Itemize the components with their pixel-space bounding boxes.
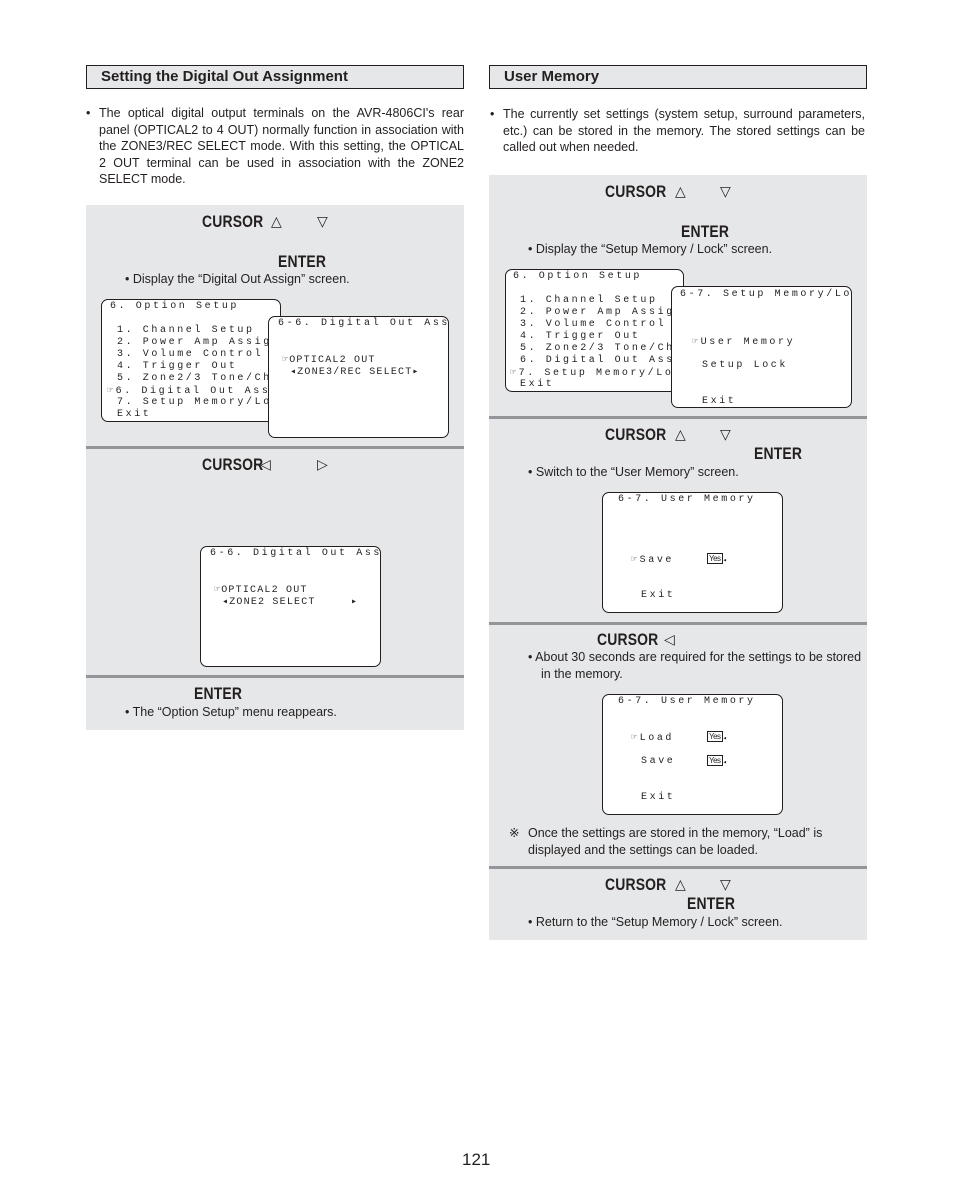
cursor-down-icon: ▽: [720, 183, 731, 199]
left-arrow-icon: ◂: [722, 735, 727, 743]
menu-item: 6. Digital Out Assign: [520, 355, 684, 366]
intro-paragraph-user-memory: • The currently set settings (system set…: [490, 106, 865, 156]
osd-value-line: ◂ZONE2 SELECT: [222, 597, 316, 608]
osd-item-setup-lock: Setup Lock: [702, 360, 789, 371]
intro-text: The optical digital output terminals on …: [99, 106, 464, 186]
menu-item: 4. Trigger Out: [117, 361, 238, 372]
menu-item: 2. Power Amp Assign: [117, 337, 281, 348]
menu-item: 1. Channel Setup: [117, 325, 255, 336]
cursor-down-icon: ▽: [720, 426, 731, 442]
osd-item-load: ☞Load: [631, 733, 675, 744]
menu-item-selected: ☞6. Digital Out Assign: [107, 386, 281, 397]
left-arrow-icon: ◂: [722, 557, 727, 565]
menu-item: 2. Power Amp Assign: [520, 307, 684, 318]
step-note: • Display the “Setup Memory / Lock” scre…: [528, 242, 773, 256]
osd-option-setup-menu: 6. Option Setup 1. Channel Setup 2. Powe…: [101, 299, 281, 422]
bullet: •: [86, 106, 91, 120]
osd-save-value: Yes ◂: [707, 755, 727, 768]
osd-digital-out-assign-zone2: 6-6. Digital Out Assign ☞OPTICAL2 OUT ◂Z…: [200, 546, 381, 667]
osd-user-memory-load: 6-7. User Memory ☞Load Yes ◂ Save Yes ◂ Ex…: [602, 694, 783, 815]
cursor-up-icon: △: [675, 426, 686, 442]
cursor-key-label: CURSOR: [597, 630, 659, 649]
menu-item: 3. Volume Control: [520, 319, 667, 330]
osd-title: 6-7. User Memory: [618, 494, 756, 505]
cursor-key-label: CURSOR: [202, 455, 264, 474]
bullet: •: [490, 107, 495, 121]
step-note: • The “Option Setup” menu reappears.: [125, 705, 337, 719]
section-title-user-memory: User Memory: [489, 65, 867, 89]
menu-item: 4. Trigger Out: [520, 331, 641, 342]
osd-option-line: ☞OPTICAL2 OUT: [214, 585, 308, 596]
cursor-up-icon: △: [675, 183, 686, 199]
page-number: 121: [462, 1150, 491, 1169]
osd-item-save: ☞Save: [631, 555, 675, 566]
step-note: • About 30 seconds are required for the …: [528, 650, 862, 681]
osd-item-user-memory: ☞User Memory: [692, 337, 796, 348]
menu-item: 5. Zone2/3 Tone/Ch Lev: [117, 373, 280, 384]
osd-item-save: Save: [641, 756, 676, 767]
enter-key-label: ENTER: [278, 252, 327, 271]
osd-item-exit: Exit: [641, 590, 676, 601]
cursor-down-icon: ▽: [317, 213, 328, 229]
section-title-digital-out: Setting the Digital Out Assignment: [86, 65, 464, 89]
cursor-up-icon: △: [271, 213, 282, 229]
menu-item: 7. Setup Memory/Lock: [117, 397, 281, 408]
menu-item-selected: ☞7. Setup Memory/Lock: [510, 368, 684, 379]
note-text: Display the “Setup Memory / Lock” screen…: [535, 242, 773, 256]
cursor-key-label: CURSOR: [605, 875, 667, 894]
enter-key-label: ENTER: [681, 222, 730, 241]
cursor-left-icon: ◁: [664, 631, 675, 647]
cursor-key-label: CURSOR: [605, 425, 667, 444]
yes-box: Yes: [707, 755, 723, 766]
osd-title: 6-7. User Memory: [618, 696, 756, 707]
step-note: • Switch to the “User Memory” screen.: [528, 465, 739, 479]
osd-item-exit: Exit: [641, 792, 676, 803]
osd-title: 6-6. Digital Out Assign: [278, 318, 449, 329]
osd-load-value: Yes ◂: [707, 731, 727, 744]
osd-digital-out-assign: 6-6. Digital Out Assign ☞OPTICAL2 OUT ◂Z…: [268, 316, 449, 438]
osd-save-value: Yes ◂: [707, 553, 727, 566]
osd-setup-memory-lock: 6-7. Setup Memory/Lock ☞User Memory Setu…: [671, 286, 852, 408]
osd-option-line: ☞OPTICAL2 OUT: [282, 355, 376, 366]
enter-key-label: ENTER: [754, 444, 803, 463]
reference-mark-icon: ※: [509, 826, 520, 840]
osd-title: 6-6. Digital Out Assign: [210, 548, 381, 559]
cursor-key-label: CURSOR: [605, 182, 667, 201]
menu-item-exit: Exit: [520, 379, 555, 390]
note-text: The “Option Setup” menu reappears.: [132, 705, 337, 719]
osd-user-memory-save: 6-7. User Memory ☞Save Yes ◂ Exit: [602, 492, 783, 613]
menu-item-exit: Exit: [117, 409, 152, 420]
cursor-left-icon: ◁: [260, 456, 271, 472]
cursor-key-label: CURSOR: [202, 212, 264, 231]
step-note: • Return to the “Setup Memory / Lock” sc…: [528, 915, 783, 929]
cursor-down-icon: ▽: [720, 876, 731, 892]
note-text: About 30 seconds are required for the se…: [535, 650, 862, 681]
remark-text: Once the settings are stored in the memo…: [528, 826, 823, 857]
enter-key-label: ENTER: [687, 894, 736, 913]
left-arrow-icon: ◂: [722, 759, 727, 767]
enter-key-label: ENTER: [194, 684, 243, 703]
osd-item-exit: Exit: [702, 396, 737, 407]
osd-option-setup-menu: 6. Option Setup 1. Channel Setup 2. Powe…: [505, 269, 684, 392]
cursor-up-icon: △: [675, 876, 686, 892]
osd-value-line: ◂ZONE3/REC SELECT▸: [290, 367, 420, 378]
note-text: Display the “Digital Out Assign” screen.: [132, 272, 350, 286]
right-arrow-icon: ▸: [351, 597, 360, 608]
yes-box: Yes: [707, 731, 723, 742]
remark-note: ※ Once the settings are stored in the me…: [509, 825, 861, 859]
cursor-right-icon: ▷: [317, 456, 328, 472]
osd-title: 6. Option Setup: [110, 301, 240, 312]
osd-title: 6. Option Setup: [513, 271, 643, 282]
osd-title: 6-7. Setup Memory/Lock: [680, 289, 852, 300]
menu-item: 5. Zone2/3 Tone/Ch Lev: [520, 343, 683, 354]
step-note: • Display the “Digital Out Assign” scree…: [125, 272, 350, 286]
note-text: Return to the “Setup Memory / Lock” scre…: [535, 915, 783, 929]
menu-item: 1. Channel Setup: [520, 295, 658, 306]
menu-item: 3. Volume Control: [117, 349, 264, 360]
intro-paragraph-digital-out: • The optical digital output terminals o…: [86, 105, 464, 188]
intro-text: The currently set settings (system setup…: [503, 107, 865, 154]
yes-box: Yes: [707, 553, 723, 564]
note-text: Switch to the “User Memory” screen.: [535, 465, 739, 479]
